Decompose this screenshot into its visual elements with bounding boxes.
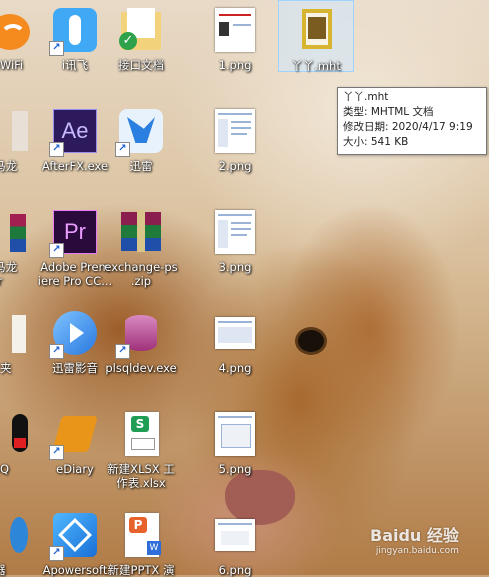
shortcut-arrow-icon: ↗: [49, 142, 64, 157]
shortcut-arrow-icon: ↗: [49, 546, 64, 561]
image-thumbnail-icon: [211, 309, 259, 357]
desktop-icon-3-png[interactable]: 3.png: [191, 202, 279, 274]
winrar-archive-icon: [117, 208, 165, 256]
xunlei-icon: ↗: [115, 107, 165, 157]
xunlei-player-icon: ↗: [49, 309, 99, 359]
desktop-icon-plsqldev[interactable]: ↗ plsqldev.exe: [97, 303, 185, 375]
spreadsheet-icon: S: [117, 410, 165, 458]
qq-icon: [0, 410, 28, 458]
wifi-icon: [0, 6, 30, 54]
image-thumbnail-icon: [211, 107, 259, 155]
ediary-icon: ↗: [49, 410, 99, 460]
watermark-brand: Baidu 经验: [370, 526, 459, 545]
folder-icon: [0, 309, 26, 357]
desktop-icon-exchange-zip[interactable]: exchange-ps .zip: [97, 202, 185, 288]
shortcut-arrow-icon: ↗: [49, 243, 64, 258]
desktop-icon-mht[interactable]: 丫丫.mht: [278, 0, 354, 73]
shortcut-arrow-icon: ↗: [49, 41, 64, 56]
premiere-pro-icon: Pr ↗: [49, 208, 99, 258]
icon-label: 3.png: [218, 260, 252, 274]
app-icon: [0, 107, 28, 155]
presentation-icon: P W: [117, 511, 165, 559]
icon-label: 接口文档: [118, 58, 164, 72]
desktop-icon-2-png[interactable]: 2.png: [191, 101, 279, 173]
icon-label: 4.png: [218, 361, 252, 375]
icon-label: plsqldev.exe: [105, 361, 177, 375]
tooltip-modified: 修改日期: 2020/4/17 9:19: [343, 121, 473, 133]
image-thumbnail-icon: [211, 511, 259, 559]
shortcut-arrow-icon: ↗: [115, 344, 130, 359]
desktop-icon-6-png[interactable]: 6.png: [191, 505, 279, 577]
file-info-tooltip: 丫丫.mht 类型: MHTML 文档 修改日期: 2020/4/17 9:19…: [337, 87, 487, 155]
desktop-icon-pptx[interactable]: P W 新建PPTX 演: [97, 505, 185, 577]
icon-label: 1.png: [218, 58, 252, 72]
image-thumbnail-icon: [211, 208, 259, 256]
database-icon: ↗: [115, 309, 165, 359]
tooltip-type: 类型: MHTML 文档: [343, 106, 434, 118]
icon-label: 2.png: [218, 159, 252, 173]
archive-icon: [0, 208, 26, 256]
ixunfei-icon: ↗: [49, 6, 99, 56]
baidu-watermark: Baidu 经验 jingyan.baidu.com: [370, 522, 459, 556]
desktop-icon-1-png[interactable]: 1.png: [191, 0, 279, 72]
apowersoft-icon: ↗: [49, 511, 99, 561]
desktop-icon-xunlei[interactable]: ↗ 迅雷: [97, 101, 185, 173]
icon-label: 丫丫.mht: [291, 59, 341, 73]
image-thumbnail-icon: [211, 6, 259, 54]
tooltip-filename: 丫丫.mht: [343, 91, 389, 103]
icon-label: 迅雷: [129, 159, 153, 173]
icon-label: 5.png: [218, 462, 252, 476]
mht-file-icon: [292, 7, 340, 55]
dog-eye: [298, 330, 324, 352]
folder-icon: ✓: [117, 6, 165, 54]
watermark-url: jingyan.baidu.com: [375, 546, 459, 556]
shortcut-arrow-icon: ↗: [49, 344, 64, 359]
shortcut-arrow-icon: ↗: [115, 142, 130, 157]
desktop-icon-4-png[interactable]: 4.png: [191, 303, 279, 375]
desktop-icon-jiekou[interactable]: ✓ 接口文档: [97, 0, 185, 72]
shortcut-arrow-icon: ↗: [49, 445, 64, 460]
after-effects-icon: Ae ↗: [49, 107, 99, 157]
desktop-icon-xlsx[interactable]: S 新建XLSX 工 作表.xlsx: [97, 404, 185, 490]
desktop-icon-5-png[interactable]: 5.png: [191, 404, 279, 476]
tooltip-size: 大小: 541 KB: [343, 136, 409, 148]
icon-label: exchange-ps .zip: [104, 260, 178, 288]
icon-label: 新建XLSX 工 作表.xlsx: [107, 462, 175, 490]
image-thumbnail-icon: [211, 410, 259, 458]
browser-icon: [0, 511, 28, 559]
